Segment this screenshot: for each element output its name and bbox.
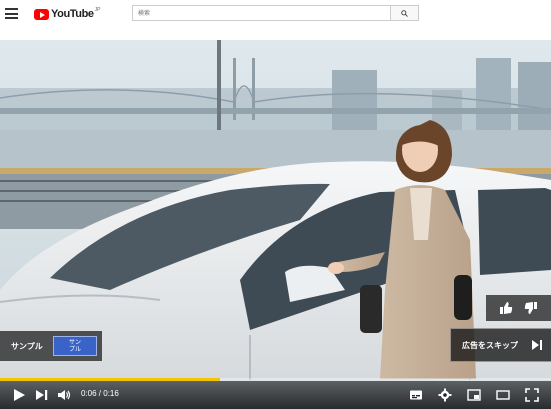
subtitles-icon[interactable] — [409, 388, 423, 402]
search-icon — [401, 9, 408, 17]
miniplayer-icon[interactable] — [467, 388, 481, 402]
skip-icon — [532, 340, 542, 350]
thumbs-up-icon[interactable] — [499, 301, 513, 315]
ad-label: サンプル サン プル — [0, 331, 102, 361]
like-dislike-panel — [486, 295, 551, 321]
play-icon[interactable] — [12, 388, 26, 402]
video-player[interactable]: サンプル サン プル 広告をスキップ 0:06 / 0:16 — [0, 40, 551, 409]
settings-icon[interactable] — [438, 388, 452, 402]
next-icon[interactable] — [35, 388, 49, 402]
fullscreen-icon[interactable] — [525, 388, 539, 402]
ad-badge-text: サン プル — [68, 339, 81, 353]
skip-ad-label: 広告をスキップ — [462, 340, 518, 350]
ad-label-text: サンプル — [11, 341, 43, 351]
control-bar: 0:06 / 0:16 — [0, 381, 551, 409]
time-display: 0:06 / 0:16 — [81, 389, 119, 398]
menu-icon[interactable] — [5, 8, 18, 19]
theater-icon[interactable] — [496, 388, 510, 402]
thumbs-down-icon[interactable] — [524, 301, 538, 315]
volume-icon[interactable] — [57, 388, 71, 402]
logo-text: YouTube — [51, 8, 94, 20]
top-bar: YouTube JP — [0, 0, 551, 28]
search-bar — [132, 5, 419, 21]
search-button[interactable] — [390, 5, 419, 21]
ad-badge[interactable]: サン プル — [53, 336, 97, 356]
skip-ad-button[interactable]: 広告をスキップ — [450, 328, 551, 362]
search-input[interactable] — [132, 5, 390, 21]
youtube-logo[interactable]: YouTube JP — [34, 7, 100, 21]
logo-region: JP — [94, 7, 101, 13]
youtube-play-icon — [34, 9, 49, 20]
